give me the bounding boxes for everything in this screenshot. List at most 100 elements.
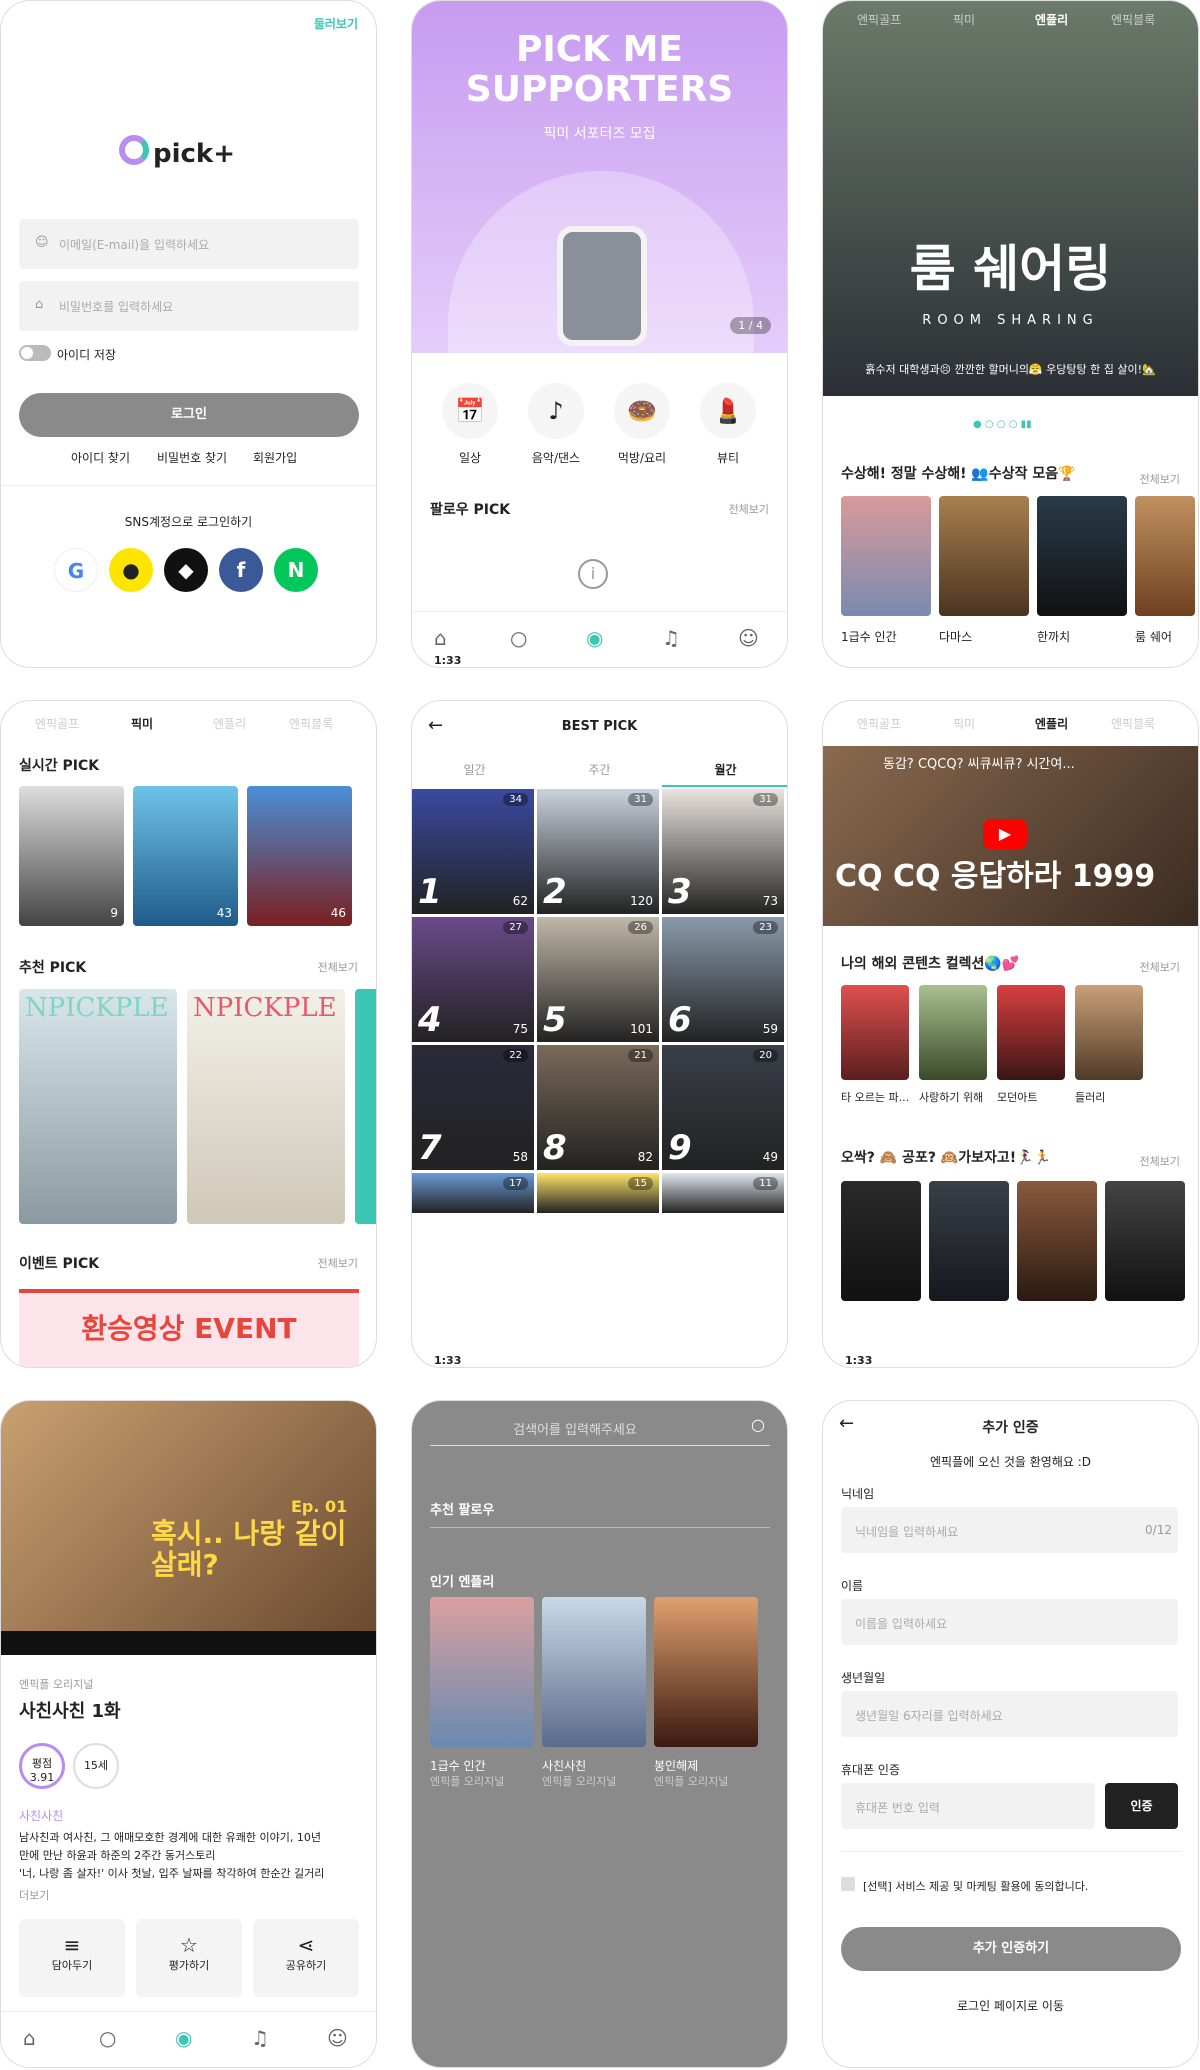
poster-thumb[interactable]: [841, 496, 931, 616]
tab-block[interactable]: 엔픽블록: [289, 715, 333, 732]
agree-checkbox[interactable]: [841, 1877, 855, 1891]
tab-enple[interactable]: 엔플리: [213, 715, 246, 732]
search-tab-icon[interactable]: ○: [510, 626, 527, 650]
best-pick-item[interactable]: 31 3 73: [662, 789, 784, 914]
phone-input[interactable]: 휴대폰 번호 입력: [841, 1783, 1095, 1829]
back-to-login-link[interactable]: 로그인 페이지로 이동: [823, 1997, 1198, 2014]
birth-input[interactable]: 생년월일 6자리를 입력하세요: [841, 1691, 1178, 1737]
profile-tab-icon[interactable]: ☺: [738, 626, 759, 650]
name-input[interactable]: 이름을 입력하세요: [841, 1599, 1178, 1645]
best-pick-item[interactable]: 20 9 49: [662, 1045, 784, 1170]
magazine-cover[interactable]: [355, 989, 376, 1224]
login-button[interactable]: 로그인: [19, 393, 359, 437]
magazine-cover[interactable]: NPICKPLE: [19, 989, 177, 1224]
email-input[interactable]: 이메일(E-mail)을 입력하세요: [19, 219, 359, 269]
best-pick-item[interactable]: 11: [662, 1173, 784, 1213]
poster-thumb[interactable]: [841, 1181, 921, 1301]
food-category-icon[interactable]: 🍩: [614, 383, 670, 439]
tab-pickme[interactable]: 픽미: [953, 11, 975, 28]
tab-block[interactable]: 엔픽블록: [1111, 11, 1155, 28]
skip-link[interactable]: 둘러보기: [314, 15, 358, 32]
notification-tab-icon[interactable]: ♫: [662, 626, 680, 650]
search-icon[interactable]: ○: [751, 1415, 765, 1434]
tab-pickme[interactable]: 픽미: [131, 715, 153, 732]
music-category-icon[interactable]: ♪: [528, 383, 584, 439]
best-pick-item[interactable]: 21 8 82: [537, 1045, 659, 1170]
save-id-toggle[interactable]: [19, 345, 51, 361]
more-link[interactable]: 더보기: [19, 1887, 49, 1903]
pick-tab-icon[interactable]: ◉: [175, 2026, 192, 2050]
tab-monthly[interactable]: 월간: [662, 761, 787, 778]
tab-daily[interactable]: 일간: [412, 761, 537, 778]
search-tab-icon[interactable]: ○: [99, 2026, 116, 2050]
share-action-button[interactable]: ⋖ 공유하기: [253, 1919, 359, 1997]
magazine-cover[interactable]: NPICKPLE: [187, 989, 345, 1224]
find-id-link[interactable]: 아이디 찾기: [71, 449, 130, 466]
save-action-button[interactable]: ≡ 담아두기: [19, 1919, 125, 1997]
tab-golf[interactable]: 엔픽골프: [857, 11, 901, 28]
event-banner[interactable]: 환승영상 EVENT: [19, 1289, 359, 1367]
see-all-link[interactable]: 전체보기: [318, 1255, 358, 1271]
see-all-link[interactable]: 전체보기: [729, 501, 769, 517]
series-name[interactable]: 사친사친: [19, 1807, 63, 1824]
search-input[interactable]: 검색어를 입력해주세요: [430, 1419, 720, 1438]
best-pick-item[interactable]: 22 7 58: [412, 1045, 534, 1170]
rate-action-button[interactable]: ☆ 평가하기: [136, 1919, 242, 1997]
beauty-category-icon[interactable]: 💄: [700, 383, 756, 439]
poster-thumb[interactable]: [1105, 1181, 1185, 1301]
best-pick-item[interactable]: 17: [412, 1173, 534, 1213]
see-all-link[interactable]: 전체보기: [318, 959, 358, 975]
realtime-thumb[interactable]: 43: [133, 786, 238, 926]
popular-thumb[interactable]: [654, 1597, 758, 1747]
detail-hero[interactable]: [1, 1401, 376, 1631]
facebook-login-icon[interactable]: f: [219, 548, 263, 592]
kakao-login-icon[interactable]: ●: [109, 548, 153, 592]
realtime-thumb[interactable]: 46: [247, 786, 352, 926]
tab-golf[interactable]: 엔픽골프: [857, 715, 901, 732]
poster-thumb[interactable]: [997, 985, 1065, 1080]
best-pick-item[interactable]: 31 2 120: [537, 789, 659, 914]
profile-tab-icon[interactable]: ☺: [327, 2026, 348, 2050]
poster-thumb[interactable]: [919, 985, 987, 1080]
poster-thumb[interactable]: [1017, 1181, 1097, 1301]
best-pick-item[interactable]: 27 4 75: [412, 917, 534, 1042]
tab-block[interactable]: 엔픽블록: [1111, 715, 1155, 732]
poster-thumb[interactable]: [1135, 496, 1195, 616]
hero-image[interactable]: [823, 1, 1198, 396]
see-all-link[interactable]: 전체보기: [1140, 471, 1180, 487]
popular-thumb[interactable]: [430, 1597, 534, 1747]
poster-thumb[interactable]: [929, 1181, 1009, 1301]
popular-thumb[interactable]: [542, 1597, 646, 1747]
best-pick-item[interactable]: 23 6 59: [662, 917, 784, 1042]
poster-thumb[interactable]: [939, 496, 1029, 616]
find-pw-link[interactable]: 비밀번호 찾기: [157, 449, 227, 466]
nickname-input[interactable]: 닉네임을 입력하세요: [841, 1507, 1178, 1553]
best-pick-item[interactable]: 15: [537, 1173, 659, 1213]
home-tab-icon[interactable]: ⌂: [23, 2026, 36, 2050]
notification-tab-icon[interactable]: ♫: [251, 2026, 269, 2050]
poster-thumb[interactable]: [1037, 496, 1127, 616]
tab-enple[interactable]: 엔플리: [1035, 11, 1068, 28]
apple-login-icon[interactable]: ◆: [164, 548, 208, 592]
best-pick-item[interactable]: 34 1 62: [412, 789, 534, 914]
daily-category-icon[interactable]: 📅: [442, 383, 498, 439]
poster-thumb[interactable]: [841, 985, 909, 1080]
tab-golf[interactable]: 엔픽골프: [35, 715, 79, 732]
tab-weekly[interactable]: 주간: [537, 761, 662, 778]
see-all-link[interactable]: 전체보기: [1140, 959, 1180, 975]
play-icon[interactable]: ▶: [983, 819, 1027, 849]
realtime-thumb[interactable]: 9: [19, 786, 124, 926]
google-login-icon[interactable]: G: [54, 548, 98, 592]
verify-button[interactable]: 인증: [1105, 1783, 1178, 1829]
best-pick-item[interactable]: 26 5 101: [537, 917, 659, 1042]
tab-pickme[interactable]: 픽미: [953, 715, 975, 732]
naver-login-icon[interactable]: N: [274, 548, 318, 592]
submit-button[interactable]: 추가 인증하기: [841, 1927, 1181, 1971]
pick-tab-icon[interactable]: ◉: [586, 626, 603, 650]
home-tab-icon[interactable]: ⌂: [434, 626, 447, 650]
password-input[interactable]: 비밀번호를 입력하세요: [19, 281, 359, 331]
see-all-link[interactable]: 전체보기: [1140, 1153, 1180, 1169]
poster-thumb[interactable]: [1075, 985, 1143, 1080]
tab-enple[interactable]: 엔플리: [1035, 715, 1068, 732]
signup-link[interactable]: 회원가입: [253, 449, 297, 466]
